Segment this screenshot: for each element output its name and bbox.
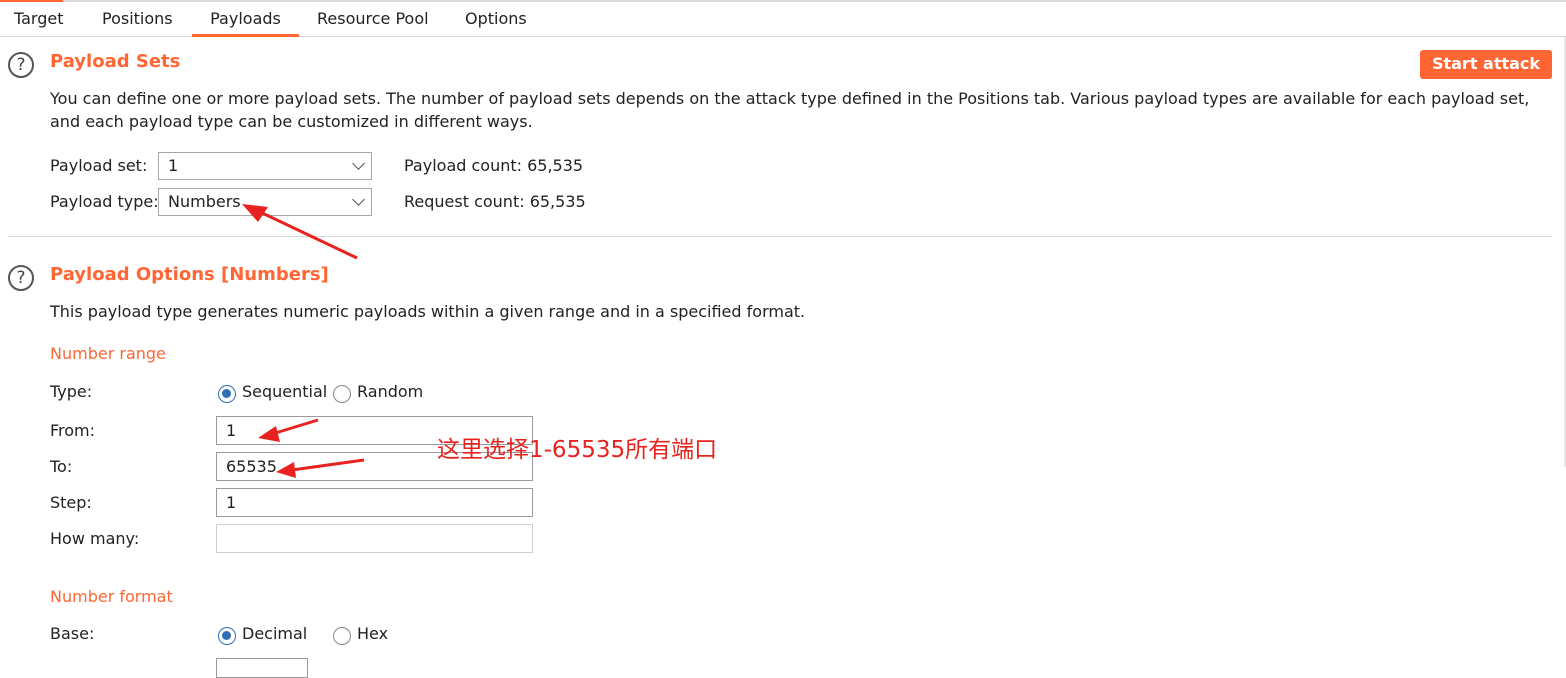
how-many-input[interactable] [216, 524, 533, 553]
to-label: To: [50, 457, 73, 476]
payload-type-value: Numbers [168, 192, 241, 211]
sequential-radio[interactable] [218, 385, 236, 403]
arrow-line [257, 209, 358, 260]
payload-options-description: This payload type generates numeric payl… [50, 302, 806, 321]
hex-label[interactable]: Hex [357, 624, 388, 643]
payload-set-value: 1 [168, 156, 179, 175]
payload-sets-description: You can define one or more payload sets.… [50, 89, 1530, 131]
start-attack-button[interactable]: Start attack [1420, 50, 1552, 79]
help-icon[interactable]: ? [8, 52, 34, 78]
number-range-heading: Number range [50, 344, 166, 363]
step-label: Step: [50, 493, 92, 512]
help-icon[interactable]: ? [8, 265, 34, 291]
section-divider [8, 236, 1552, 237]
tab-resource-pool[interactable]: Resource Pool [317, 2, 429, 37]
annotation-text: 这里选择1-65535所有端口 [437, 437, 718, 463]
tab-payloads[interactable]: Payloads [192, 2, 299, 37]
payload-set-select[interactable]: 1 [158, 152, 372, 180]
payload-count: Payload count: 65,535 [404, 156, 584, 175]
request-count: Request count: 65,535 [404, 192, 586, 211]
sequential-label[interactable]: Sequential [242, 382, 327, 401]
from-label: From: [50, 421, 96, 440]
hex-radio[interactable] [333, 627, 351, 645]
tab-options[interactable]: Options [465, 2, 527, 37]
payload-type-label: Payload type: [50, 192, 159, 211]
tab-target[interactable]: Target [0, 0, 64, 35]
number-format-heading: Number format [50, 587, 173, 606]
payload-set-label: Payload set: [50, 156, 148, 175]
chevron-down-icon [352, 157, 365, 170]
decimal-radio[interactable] [218, 627, 236, 645]
random-label[interactable]: Random [357, 382, 423, 401]
how-many-label: How many: [50, 529, 140, 548]
payload-options-title: Payload Options [Numbers] [50, 264, 329, 285]
random-radio[interactable] [333, 385, 351, 403]
step-input[interactable]: 1 [216, 488, 533, 517]
payload-type-select[interactable]: Numbers [158, 188, 372, 216]
decimal-label[interactable]: Decimal [242, 624, 307, 643]
base-label: Base: [50, 624, 95, 643]
tab-positions[interactable]: Positions [102, 2, 173, 37]
min-digits-input[interactable] [216, 658, 308, 678]
chevron-down-icon [352, 193, 365, 206]
payload-sets-title: Payload Sets [50, 51, 181, 72]
type-label: Type: [50, 382, 93, 401]
tab-bar: Target Positions Payloads Resource Pool … [0, 0, 1566, 37]
